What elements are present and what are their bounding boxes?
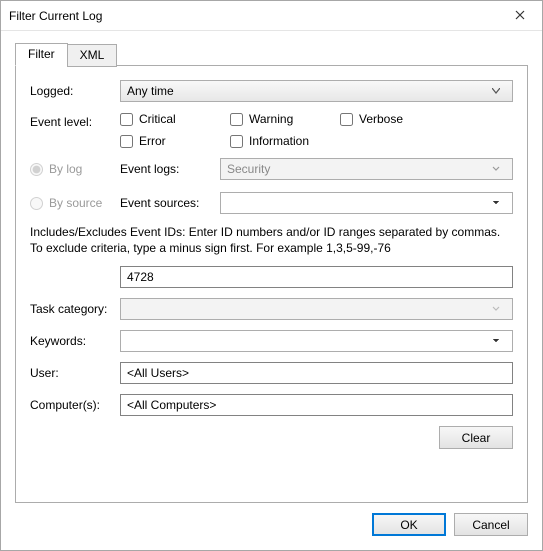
ok-button[interactable]: OK [372,513,446,536]
dialog-footer: OK Cancel [15,503,528,536]
chevron-down-icon [492,88,508,94]
event-sources-dropdown[interactable] [220,192,513,214]
radio-by-source-input [30,197,43,210]
keywords-dropdown[interactable] [120,330,513,352]
label-computers: Computer(s): [30,398,120,412]
chevron-down-icon [492,166,508,172]
clear-button[interactable]: Clear [439,426,513,449]
tab-xml[interactable]: XML [67,44,118,67]
dialog-window: Filter Current Log Filter XML Logged: An… [0,0,543,551]
chk-critical[interactable]: Critical [120,112,208,126]
chevron-down-icon [492,200,508,206]
chk-warning-box[interactable] [230,113,243,126]
chk-error[interactable]: Error [120,134,208,148]
window-title: Filter Current Log [9,9,497,23]
logged-dropdown[interactable]: Any time [120,80,513,102]
chk-error-label: Error [139,134,166,148]
chk-critical-box[interactable] [120,113,133,126]
titlebar: Filter Current Log [1,1,542,31]
label-taskcategory: Task category: [30,302,120,316]
tab-filter[interactable]: Filter [15,43,68,66]
chevron-down-icon [492,338,508,344]
radio-by-source-label: By source [49,196,102,210]
close-icon [515,9,525,23]
event-ids-input[interactable] [120,266,513,288]
client-area: Filter XML Logged: Any time Event level: [1,31,542,550]
chk-critical-label: Critical [139,112,176,126]
cancel-button[interactable]: Cancel [454,513,528,536]
radio-by-log-input [30,163,43,176]
label-keywords: Keywords: [30,334,120,348]
logged-value: Any time [127,84,174,98]
task-category-dropdown [120,298,513,320]
chk-information-box[interactable] [230,135,243,148]
chk-information[interactable]: Information [230,134,340,148]
radio-by-log-label: By log [49,162,82,176]
tab-panel-filter: Logged: Any time Event level: [15,65,528,503]
close-button[interactable] [497,1,542,30]
event-level-group: Critical Warning Verbose Error [120,112,513,148]
label-eventsources: Event sources: [120,196,220,210]
label-eventlogs: Event logs: [120,162,220,176]
label-user: User: [30,366,120,380]
chk-error-box[interactable] [120,135,133,148]
label-eventlevel: Event level: [30,112,120,129]
radio-by-log: By log [30,162,120,176]
chk-warning-label: Warning [249,112,293,126]
label-logged: Logged: [30,84,120,98]
chk-verbose-label: Verbose [359,112,403,126]
chevron-down-icon [492,306,508,312]
chk-warning[interactable]: Warning [230,112,318,126]
chk-verbose-box[interactable] [340,113,353,126]
computers-input[interactable] [120,394,513,416]
tabstrip: Filter XML [15,43,528,66]
chk-information-label: Information [249,134,309,148]
event-logs-value: Security [227,162,270,176]
event-id-description: Includes/Excludes Event IDs: Enter ID nu… [30,224,513,256]
event-logs-dropdown: Security [220,158,513,180]
chk-verbose[interactable]: Verbose [340,112,428,126]
radio-by-source: By source [30,196,120,210]
user-input[interactable] [120,362,513,384]
